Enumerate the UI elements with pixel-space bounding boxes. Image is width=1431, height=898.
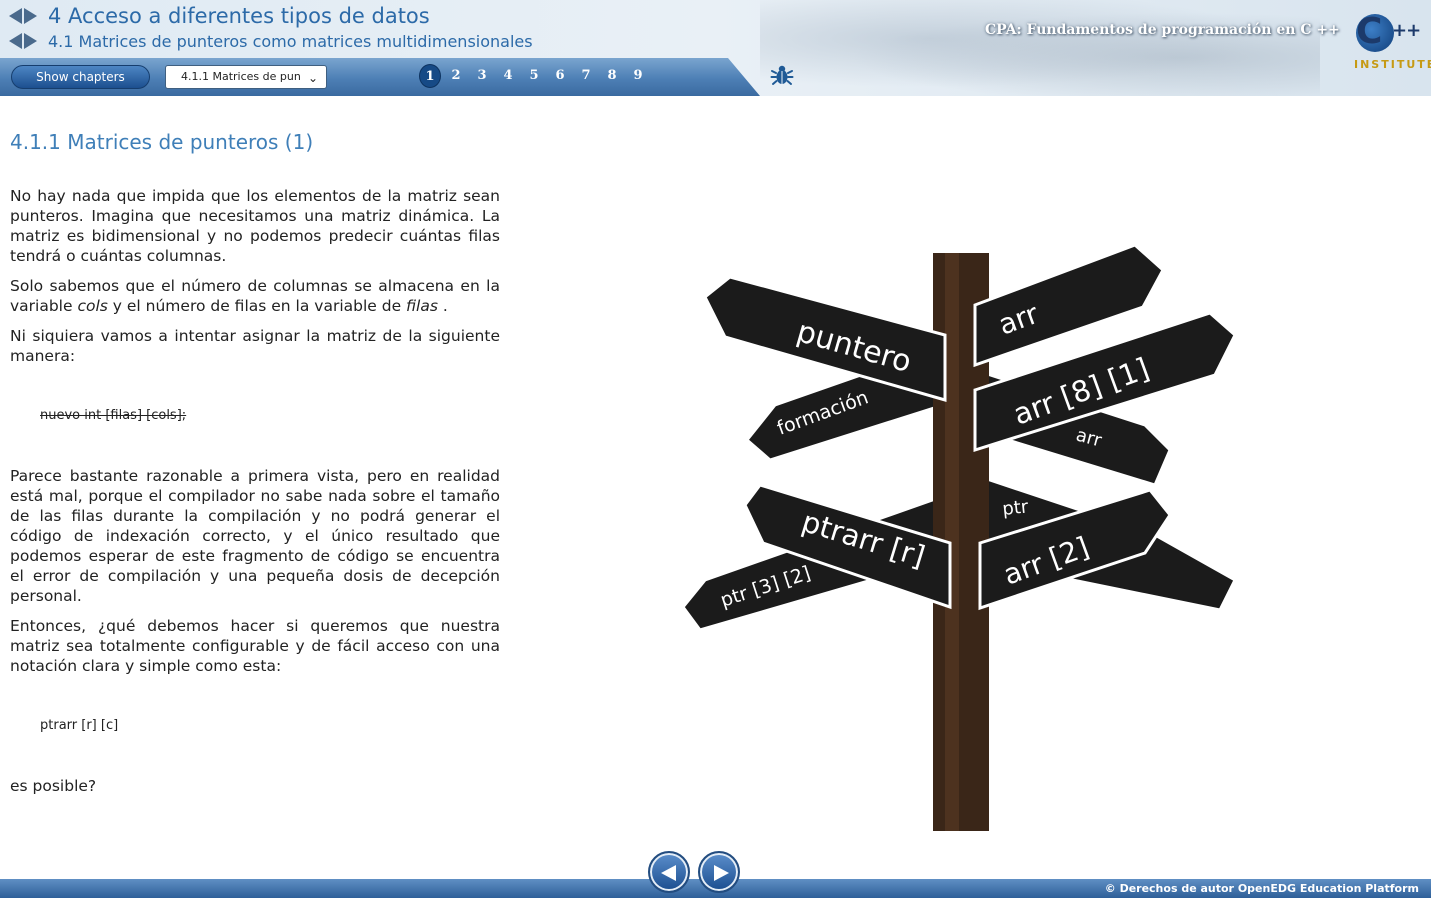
page-number-8[interactable]: 8: [601, 64, 623, 88]
paragraph-1: No hay nada que impida que los elementos…: [10, 187, 500, 265]
chapter-title: 4 Acceso a diferentes tipos de datos: [48, 4, 430, 28]
page-numbers: 123456789: [419, 64, 649, 88]
content-title: 4.1.1 Matrices de punteros (1): [10, 130, 314, 154]
paragraph-2-text-b: y el número de filas en la variable de: [107, 297, 407, 315]
section-next-icon[interactable]: [24, 33, 37, 49]
page-select[interactable]: 4.1.1 Matrices de pun ⌄: [165, 65, 327, 89]
page-number-3[interactable]: 3: [471, 64, 493, 88]
section-prev-icon[interactable]: [9, 33, 22, 49]
page-number-2[interactable]: 2: [445, 64, 467, 88]
next-page-button[interactable]: [698, 851, 740, 893]
chevron-down-icon: ⌄: [307, 71, 318, 85]
page-select-value: 4.1.1 Matrices de pun: [181, 70, 301, 83]
section-nav: [9, 33, 37, 49]
paragraph-4: Parece bastante razonable a primera vist…: [10, 467, 500, 605]
page-number-5[interactable]: 5: [523, 64, 545, 88]
header-background-photo: [760, 0, 1320, 96]
page-number-6[interactable]: 6: [549, 64, 571, 88]
page-number-4[interactable]: 4: [497, 64, 519, 88]
page-number-7[interactable]: 7: [575, 64, 597, 88]
page-number-1[interactable]: 1: [419, 64, 441, 88]
logo-institute: INSTITUTE: [1354, 58, 1431, 71]
next-arrow-icon: [714, 865, 729, 881]
bug-icon[interactable]: [770, 63, 794, 87]
chapter-nav: [9, 8, 37, 24]
prev-arrow-icon: [661, 865, 676, 881]
sign-label-ptr: ptr: [1001, 496, 1030, 520]
prev-page-button[interactable]: [648, 851, 690, 893]
paragraph-3: Ni siquiera vamos a intentar asignar la …: [10, 327, 500, 365]
chapter-prev-icon[interactable]: [9, 8, 22, 24]
cols-variable: cols: [77, 297, 108, 315]
copyright: © Derechos de autor OpenEDG Education Pl…: [1104, 882, 1419, 895]
paragraph-2: Solo sabemos que el número de columnas s…: [10, 276, 500, 316]
chapter-next-icon[interactable]: [24, 8, 37, 24]
code-snippet-ptrarr: ptrarr [r] [c]: [40, 718, 119, 733]
show-chapters-button[interactable]: Show chapters: [11, 65, 150, 89]
cpp-institute-logo: C ++ INSTITUTE: [1352, 10, 1431, 74]
filas-variable: filas: [406, 297, 438, 315]
header: 4 Acceso a diferentes tipos de datos 4.1…: [0, 0, 1431, 96]
section-title: 4.1 Matrices de punteros como matrices m…: [48, 32, 533, 51]
paragraph-2-text-c: .: [437, 297, 448, 315]
code-snippet-invalid: nuevo int [filas] [cols];: [40, 408, 187, 423]
page-number-9[interactable]: 9: [627, 64, 649, 88]
logo-letter: C: [1356, 11, 1383, 52]
paragraph-5: Entonces, ¿qué debemos hacer si queremos…: [10, 617, 500, 675]
course-title: CPA: Fundamentos de programación en C ++: [985, 22, 1340, 38]
paragraph-6: es posible?: [10, 777, 97, 795]
signpost-illustration: puntero arr formación arr [8] [1] arr pt…: [681, 243, 1237, 831]
logo-plus: ++: [1392, 20, 1421, 41]
